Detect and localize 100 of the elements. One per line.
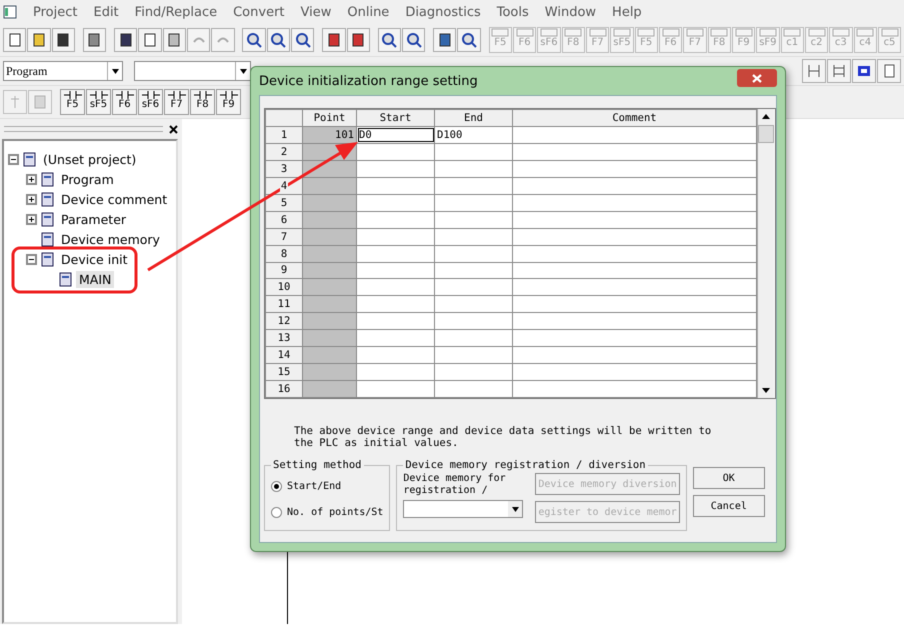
table-cell[interactable] (434, 278, 512, 296)
table-cell[interactable] (512, 126, 756, 144)
device-memory-dropdown[interactable] (403, 500, 524, 518)
tree-item[interactable]: Program (58, 170, 117, 188)
magnifier-icon[interactable] (242, 28, 266, 52)
table-cell[interactable] (434, 177, 512, 194)
column-header[interactable]: End (434, 110, 512, 126)
magnifier-icon[interactable] (378, 28, 401, 52)
menu-item[interactable]: Edit (85, 4, 127, 20)
table-cell[interactable] (434, 160, 512, 178)
table-cell[interactable] (434, 194, 512, 212)
table-cell[interactable] (512, 194, 756, 212)
table-cell[interactable]: D100 (434, 126, 512, 144)
ladder-key-button[interactable]: sF6 (138, 89, 163, 115)
menu-item[interactable]: View (292, 4, 340, 20)
table-cell[interactable] (356, 312, 434, 330)
close-icon[interactable] (169, 124, 178, 134)
radio-button[interactable] (271, 506, 282, 518)
plus-icon[interactable] (26, 214, 37, 224)
table-cell[interactable] (356, 211, 434, 228)
menu-item[interactable]: Diagnostics (397, 4, 489, 20)
table-cell[interactable] (356, 245, 434, 262)
mode-dropdown[interactable]: Program (3, 61, 123, 81)
table-cell[interactable] (512, 330, 756, 347)
magnifier-icon[interactable] (457, 28, 481, 52)
table-cell[interactable] (512, 211, 756, 228)
column-header[interactable]: Start (356, 110, 434, 126)
tree-item[interactable]: Device comment (58, 190, 170, 208)
scrollbar-thumb[interactable] (758, 125, 774, 143)
table-cell[interactable] (356, 364, 434, 381)
ladder-icon[interactable] (827, 59, 851, 83)
table-cell[interactable] (434, 245, 512, 262)
table-cell[interactable] (512, 312, 756, 330)
table-cell[interactable] (356, 160, 434, 178)
table-cell[interactable] (512, 364, 756, 381)
table-cell[interactable] (356, 346, 434, 364)
table-cell[interactable] (356, 194, 434, 212)
table-cell[interactable] (512, 346, 756, 364)
dialog-button[interactable]: Cancel (692, 495, 765, 517)
table-cell[interactable] (434, 364, 512, 381)
scrollbar[interactable] (757, 109, 774, 398)
radio-button[interactable] (271, 480, 282, 492)
table-cell[interactable] (434, 312, 512, 330)
monitor-icon[interactable] (852, 59, 876, 83)
plus-icon[interactable] (26, 174, 37, 184)
column-header[interactable]: Point (302, 110, 356, 126)
menu-item[interactable]: Help (604, 4, 650, 20)
table-cell[interactable] (356, 278, 434, 296)
table-cell[interactable] (434, 262, 512, 279)
tree-item[interactable]: Device init (58, 250, 130, 268)
table-cell[interactable] (434, 380, 512, 398)
table-cell[interactable] (512, 380, 756, 398)
ladder-key-button[interactable]: F8 (190, 89, 215, 115)
table-cell[interactable]: D0 (356, 126, 434, 144)
table-cell[interactable] (434, 228, 512, 246)
ladder-key-button[interactable]: sF5 (86, 89, 111, 115)
menu-item[interactable]: Tools (488, 4, 537, 20)
document-icon[interactable] (877, 59, 901, 83)
table-cell[interactable] (356, 296, 434, 313)
ladder-key-button[interactable]: F5 (60, 89, 85, 115)
menu-item[interactable]: Find/Replace (126, 4, 226, 20)
table-cell[interactable] (434, 330, 512, 347)
table-cell[interactable] (512, 177, 756, 194)
file-icon[interactable] (3, 28, 26, 52)
tree-item[interactable]: MAIN (76, 270, 114, 288)
table-cell[interactable] (512, 278, 756, 296)
table-cell[interactable] (512, 143, 756, 160)
magnifier-icon[interactable] (266, 28, 290, 52)
menu-item[interactable]: Convert (225, 4, 293, 20)
dropdown[interactable] (134, 61, 251, 81)
table-cell[interactable] (356, 330, 434, 347)
table-cell[interactable] (512, 245, 756, 262)
dialog-button[interactable]: OK (692, 467, 765, 489)
table-cell[interactable] (356, 262, 434, 279)
tree-item[interactable]: (Unset project) (40, 150, 140, 168)
table-cell[interactable] (434, 211, 512, 228)
magnifier-icon[interactable] (402, 28, 426, 52)
minus-icon[interactable] (8, 154, 19, 164)
radio-label[interactable]: No. of points/St (287, 506, 384, 518)
tree-item[interactable]: Parameter (58, 210, 130, 228)
table-cell[interactable] (512, 262, 756, 279)
plus-icon[interactable] (26, 194, 37, 204)
magnifier-icon[interactable] (291, 28, 314, 52)
menu-item[interactable]: Online (339, 4, 398, 20)
table-cell[interactable] (356, 177, 434, 194)
ladder-key-button[interactable]: F6 (112, 89, 137, 115)
tree-item[interactable]: Device memory (58, 230, 163, 248)
table-cell[interactable] (434, 143, 512, 160)
table-cell[interactable] (356, 380, 434, 398)
menu-item[interactable]: Project (25, 4, 86, 20)
table-cell[interactable] (434, 296, 512, 313)
close-button[interactable] (737, 69, 777, 87)
ladder-key-button[interactable]: F7 (164, 89, 189, 115)
table-cell[interactable] (512, 296, 756, 313)
ladder-icon[interactable] (802, 59, 826, 83)
radio-label[interactable]: Start/End (287, 480, 342, 492)
table-cell[interactable] (434, 346, 512, 364)
table-cell[interactable] (512, 228, 756, 246)
table-cell[interactable] (356, 143, 434, 160)
minus-icon[interactable] (26, 254, 37, 264)
